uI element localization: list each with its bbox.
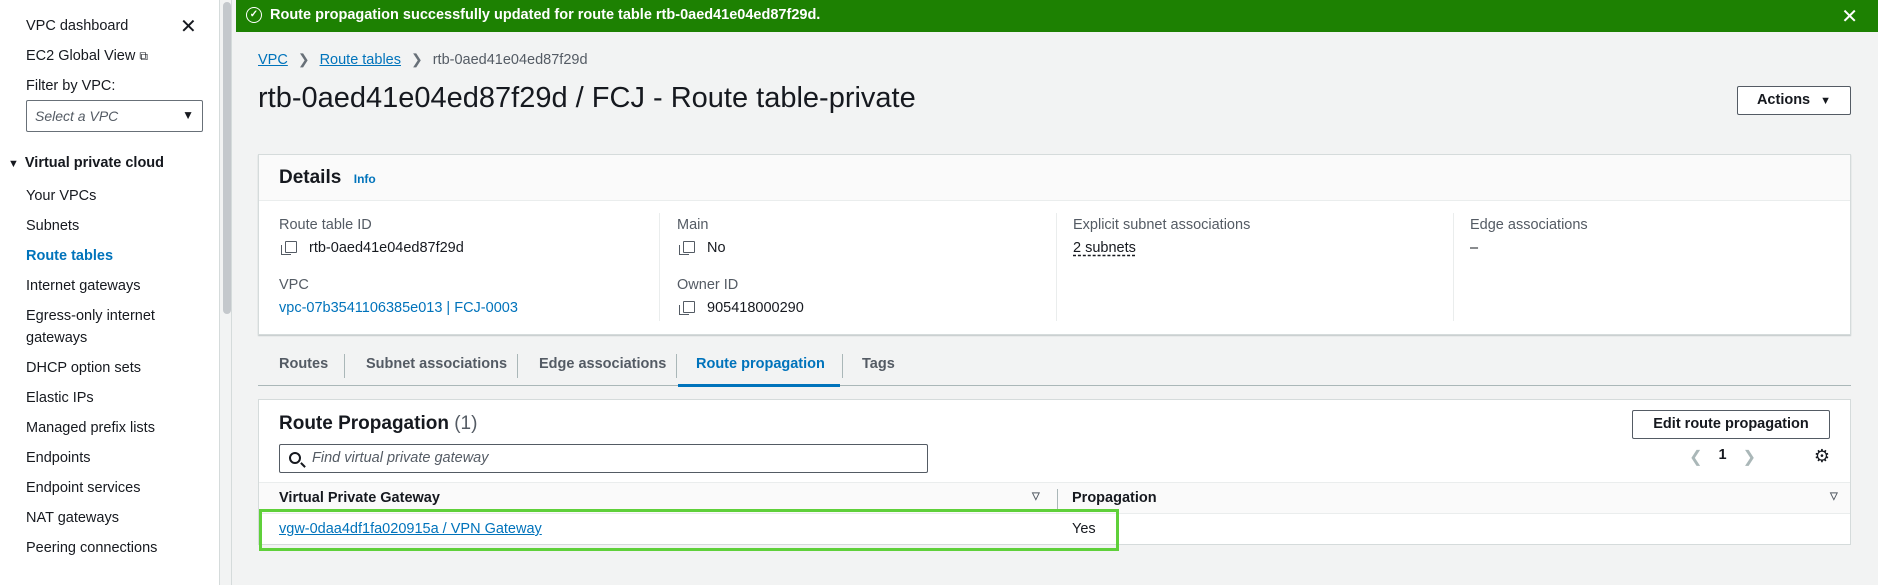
route-table-id-text: rtb-0aed41e04ed87f29d [309,240,464,256]
section-title: Virtual private cloud [24,155,165,171]
sidebar: VPC dashboard ✕ EC2 Global View ⧉ Filter… [0,0,220,585]
ec2-global-view-label: EC2 Global View [26,48,136,64]
breadcrumb-route-tables[interactable]: Route tables [320,52,401,68]
column-header-gateway[interactable]: Virtual Private Gateway [279,490,440,506]
breadcrumb-current: rtb-0aed41e04ed87f29d [432,51,588,68]
details-header: Details Info [259,155,1850,201]
tabs: Routes Subnet associations Edge associat… [258,348,1851,387]
sort-icon[interactable]: ▽ [1830,491,1838,502]
sidebar-scrollbar[interactable] [222,0,232,585]
external-link-icon: ⧉ [139,49,148,63]
sidebar-item-endpoints[interactable]: Endpoints [26,447,91,469]
filter-by-vpc-label: Filter by VPC: [26,78,116,94]
sidebar-item-internet-gateways[interactable]: Internet gateways [26,275,140,297]
active-tab-indicator [678,384,840,387]
sidebar-item-dhcp-option-sets[interactable]: DHCP option sets [26,357,141,379]
vpc-dashboard-link[interactable]: VPC dashboard [26,18,128,34]
success-flash-banner: ✓ Route propagation successfully updated… [236,0,1878,32]
sidebar-item-peering-connections[interactable]: Peering connections [26,537,157,559]
owner-id-text: 905418000290 [707,300,804,316]
ec2-global-view-link[interactable]: EC2 Global View ⧉ [26,48,148,64]
column-divider [1056,213,1057,321]
column-header-propagation[interactable]: Propagation [1072,490,1157,506]
route-table-id-label: Route table ID [279,217,372,233]
success-check-icon: ✓ [246,7,262,23]
edge-associations-label: Edge associations [1470,217,1588,233]
explicit-subnet-associations-value[interactable]: 2 subnets [1073,240,1136,256]
caret-down-icon: ▼ [1820,95,1832,107]
tab-edge-associations[interactable]: Edge associations [539,356,666,372]
route-table-id-value: rtb-0aed41e04ed87f29d [281,240,464,256]
details-title: Details [279,167,342,188]
table-row: vgw-0daa4df1fa020915a / VPN Gateway Yes [259,514,1850,545]
actions-button[interactable]: Actions ▼ [1737,86,1851,115]
sidebar-item-managed-prefix-lists[interactable]: Managed prefix lists [26,417,155,439]
gateway-search-input[interactable]: Find virtual private gateway [279,444,928,473]
main-value: No [679,240,726,256]
owner-id-label: Owner ID [677,277,739,293]
copy-icon[interactable] [281,241,297,255]
vpc-label: VPC [279,277,309,293]
table-header: Virtual Private Gateway ▽ Propagation ▽ [259,482,1850,514]
tab-separator [517,354,518,378]
details-panel: Details Info Route table ID rtb-0aed41e0… [258,154,1851,335]
edge-associations-value: – [1470,240,1479,256]
main-text: No [707,240,726,256]
main-label: Main [677,217,709,233]
chevron-right-icon[interactable]: ❯ [1743,447,1756,467]
chevron-right-icon: ❯ [297,51,310,67]
tab-route-propagation[interactable]: Route propagation [696,356,825,372]
tab-separator [676,354,677,378]
chevron-left-icon[interactable]: ❮ [1689,447,1702,467]
tab-routes[interactable]: Routes [279,356,328,372]
sidebar-item-subnets[interactable]: Subnets [26,215,79,237]
copy-icon[interactable] [679,301,695,315]
column-divider [659,213,660,321]
owner-id-value: 905418000290 [679,300,804,316]
dismiss-icon[interactable]: ✕ [1841,4,1858,29]
breadcrumb-vpc[interactable]: VPC [258,52,288,68]
edit-route-propagation-button[interactable]: Edit route propagation [1632,410,1830,439]
sidebar-item-elastic-ips[interactable]: Elastic IPs [26,387,94,409]
caret-down-icon: ▼ [8,158,19,170]
gateway-link[interactable]: vgw-0daa4df1fa020915a / VPN Gateway [279,521,542,537]
explicit-subnet-associations-label: Explicit subnet associations [1073,217,1251,233]
propagation-value: Yes [1072,521,1096,537]
section-virtual-private-cloud[interactable]: ▼ Virtual private cloud [8,155,164,171]
breadcrumb: VPC ❯ Route tables ❯ rtb-0aed41e04ed87f2… [258,51,588,68]
tab-subnet-associations[interactable]: Subnet associations [366,356,507,372]
gear-icon[interactable]: ⚙ [1814,446,1830,467]
sidebar-item-your-vpcs[interactable]: Your VPCs [26,185,96,207]
vpc-filter-placeholder: Select a VPC [35,108,119,124]
route-propagation-heading: Route Propagation (1) [279,413,477,435]
tab-tags[interactable]: Tags [862,356,895,372]
flash-message: Route propagation successfully updated f… [270,7,821,23]
sidebar-item-egress-only-internet-gateways[interactable]: Egress-only internet gateways [26,305,176,349]
actions-label: Actions [1756,92,1811,108]
page-number[interactable]: 1 [1719,447,1727,467]
vpc-filter-select[interactable]: Select a VPC ▼ [26,100,203,132]
sidebar-item-endpoint-services[interactable]: Endpoint services [26,477,140,499]
close-icon[interactable]: ✕ [180,17,197,37]
column-divider [1453,213,1454,321]
info-link[interactable]: Info [354,172,376,186]
scrollbar-thumb[interactable] [223,2,231,314]
vpc-link[interactable]: vpc-07b3541106385e013 | FCJ-0003 [279,300,518,316]
caret-down-icon: ▼ [182,108,194,122]
pagination: ❮ 1 ❯ [1689,447,1756,467]
tab-separator [344,354,345,378]
route-propagation-count: (1) [454,413,478,434]
sort-icon[interactable]: ▽ [1032,491,1040,502]
search-placeholder: Find virtual private gateway [312,450,489,466]
copy-icon[interactable] [679,241,695,255]
sidebar-item-route-tables[interactable]: Route tables [26,245,113,267]
tab-separator [842,354,843,378]
column-separator [1057,489,1058,509]
page-title: rtb-0aed41e04ed87f29d / FCJ - Route tabl… [258,82,916,114]
sidebar-item-nat-gateways[interactable]: NAT gateways [26,507,119,529]
search-icon [289,452,301,464]
chevron-right-icon: ❯ [410,51,423,67]
route-propagation-title: Route Propagation [279,413,449,434]
route-propagation-panel: Route Propagation (1) Edit route propaga… [258,399,1851,545]
